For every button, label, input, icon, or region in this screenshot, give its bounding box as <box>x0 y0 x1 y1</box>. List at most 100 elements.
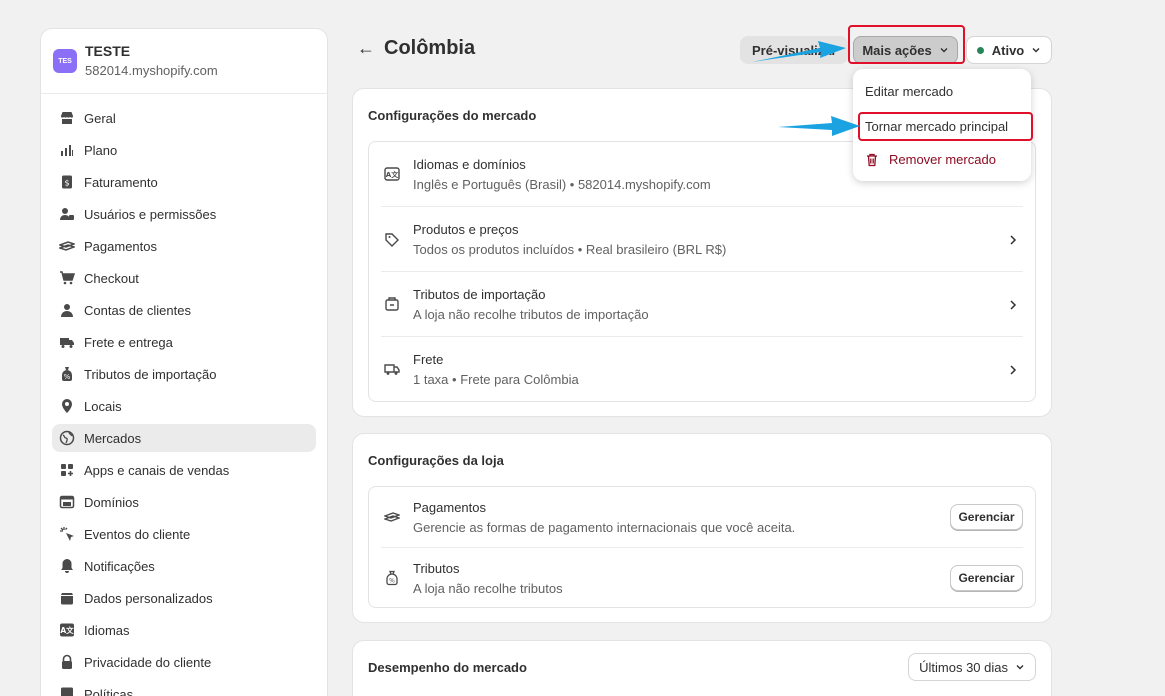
annotation-arrow-icon <box>778 116 860 136</box>
store-settings-list: Pagamentos Gerencie as formas de pagamen… <box>368 486 1036 608</box>
status-label: Ativo <box>991 42 1025 58</box>
sidebar-item-label: Políticas <box>84 686 134 696</box>
sidebar-item-dominios[interactable]: Domínios <box>52 488 316 516</box>
cursor-icon <box>59 526 75 542</box>
row-import-duties[interactable]: Tributos de importação A loja não recolh… <box>369 272 1035 337</box>
sidebar-item-pagamentos[interactable]: Pagamentos <box>52 232 316 260</box>
sidebar-item-politicas[interactable]: Políticas <box>52 680 316 696</box>
chevron-down-icon <box>1032 48 1040 53</box>
manage-taxes-button[interactable]: Gerenciar <box>950 565 1023 591</box>
location-icon <box>59 398 75 414</box>
chevron-right-icon <box>1010 300 1017 310</box>
highlight-make-primary <box>858 112 1033 141</box>
menu-item-remove-market[interactable]: Remover mercado <box>865 152 996 167</box>
sidebar-item-geral[interactable]: Geral <box>52 104 316 132</box>
market-settings-title: Configurações do mercado <box>368 108 537 123</box>
row-title: Idiomas e domínios <box>413 157 526 172</box>
svg-text:%: % <box>64 373 71 381</box>
chevron-down-icon <box>1016 665 1024 670</box>
duties-icon <box>385 297 399 311</box>
market-performance-title: Desempenho do mercado <box>368 660 527 675</box>
sidebar-item-label: Checkout <box>84 270 139 286</box>
store-header[interactable]: TES TESTE 582014.myshopify.com <box>41 29 327 94</box>
sidebar-item-label: Usuários e permissões <box>84 206 217 222</box>
row-subtitle: 1 taxa • Frete para Colômbia <box>413 372 579 387</box>
lock-icon <box>59 654 75 670</box>
sidebar-item-label: Privacidade do cliente <box>84 654 212 670</box>
bell-icon <box>59 558 75 574</box>
row-subtitle: Todos os produtos incluídos • Real brasi… <box>413 242 727 257</box>
menu-item-edit-market[interactable]: Editar mercado <box>865 84 953 99</box>
settings-sidebar: TES TESTE 582014.myshopify.com Geral Pla… <box>40 28 328 696</box>
plan-icon <box>59 142 75 158</box>
status-button[interactable]: Ativo <box>966 36 1052 64</box>
period-label: Últimos 30 dias <box>919 659 1008 675</box>
sidebar-item-usuarios[interactable]: Usuários e permissões <box>52 200 316 228</box>
sidebar-item-idiomas[interactable]: A文 Idiomas <box>52 616 316 644</box>
payments-icon <box>384 512 400 522</box>
row-subtitle: Inglês e Português (Brasil) • 582014.mys… <box>413 177 711 192</box>
billing-icon: $ <box>59 174 75 190</box>
sidebar-item-label: Faturamento <box>84 174 158 190</box>
chevron-right-icon <box>1010 365 1017 375</box>
sidebar-item-eventos[interactable]: Eventos do cliente <box>52 520 316 548</box>
language-icon: A文 <box>384 167 400 181</box>
sidebar-item-privacidade[interactable]: Privacidade do cliente <box>52 648 316 676</box>
svg-text:A文: A文 <box>60 625 74 635</box>
store-avatar: TES <box>53 49 77 73</box>
policy-icon <box>59 686 75 696</box>
sidebar-item-apps[interactable]: Apps e canais de vendas <box>52 456 316 484</box>
data-icon <box>59 590 75 606</box>
row-title: Tributos <box>413 561 460 576</box>
sidebar-item-label: Geral <box>84 110 116 126</box>
highlight-more-actions <box>848 25 965 64</box>
sidebar-item-contas[interactable]: Contas de clientes <box>52 296 316 324</box>
sidebar-item-locais[interactable]: Locais <box>52 392 316 420</box>
sidebar-item-dados[interactable]: Dados personalizados <box>52 584 316 612</box>
sidebar-item-label: Tributos de importação <box>84 366 217 382</box>
row-taxes: % Tributos A loja não recolhe tributos G… <box>369 548 1035 609</box>
language-icon: A文 <box>59 622 75 638</box>
sidebar-item-label: Contas de clientes <box>84 302 191 318</box>
sidebar-item-tributos[interactable]: % Tributos de importação <box>52 360 316 388</box>
sidebar-item-frete[interactable]: Frete e entrega <box>52 328 316 356</box>
sidebar-item-label: Notificações <box>84 558 155 574</box>
cart-icon <box>59 270 75 286</box>
row-payments: Pagamentos Gerencie as formas de pagamen… <box>369 487 1035 548</box>
sidebar-item-checkout[interactable]: Checkout <box>52 264 316 292</box>
sidebar-item-mercados[interactable]: Mercados <box>52 424 316 452</box>
users-icon <box>59 206 75 222</box>
sidebar-item-label: Frete e entrega <box>84 334 173 350</box>
store-name: TESTE <box>85 43 131 59</box>
truck-icon <box>59 334 75 350</box>
sidebar-item-label: Pagamentos <box>84 238 157 254</box>
row-title: Tributos de importação <box>413 287 546 302</box>
row-subtitle: A loja não recolhe tributos de importaçã… <box>413 307 649 322</box>
sidebar-item-label: Domínios <box>84 494 139 510</box>
svg-text:$: $ <box>64 179 69 188</box>
sidebar-item-faturamento[interactable]: $ Faturamento <box>52 168 316 196</box>
sidebar-item-label: Apps e canais de vendas <box>84 462 230 478</box>
row-title: Frete <box>413 352 444 367</box>
page-title: Colômbia <box>384 37 476 59</box>
svg-text:%: % <box>389 578 395 585</box>
row-title: Pagamentos <box>413 500 486 515</box>
row-products-prices[interactable]: Produtos e preços Todos os produtos incl… <box>369 207 1035 272</box>
svg-text:A文: A文 <box>386 170 399 179</box>
sidebar-item-notificacoes[interactable]: Notificações <box>52 552 316 580</box>
row-subtitle: A loja não recolhe tributos <box>413 581 563 596</box>
apps-icon <box>59 462 75 478</box>
period-selector[interactable]: Últimos 30 dias <box>908 653 1036 681</box>
person-icon <box>59 302 75 318</box>
status-dot <box>976 46 984 54</box>
row-shipping[interactable]: Frete 1 taxa • Frete para Colômbia <box>369 337 1035 402</box>
sidebar-item-label: Locais <box>84 398 122 414</box>
settings-nav: Geral Plano $ Faturamento Usuários e per… <box>41 94 327 696</box>
store-icon <box>59 110 75 126</box>
manage-payments-button[interactable]: Gerenciar <box>950 504 1023 530</box>
remove-market-label: Remover mercado <box>889 152 996 167</box>
market-performance-card: Desempenho do mercado Últimos 30 dias <box>352 640 1052 696</box>
row-subtitle: Gerencie as formas de pagamento internac… <box>413 520 796 535</box>
back-arrow-icon[interactable]: ← <box>357 38 375 59</box>
sidebar-item-plano[interactable]: Plano <box>52 136 316 164</box>
